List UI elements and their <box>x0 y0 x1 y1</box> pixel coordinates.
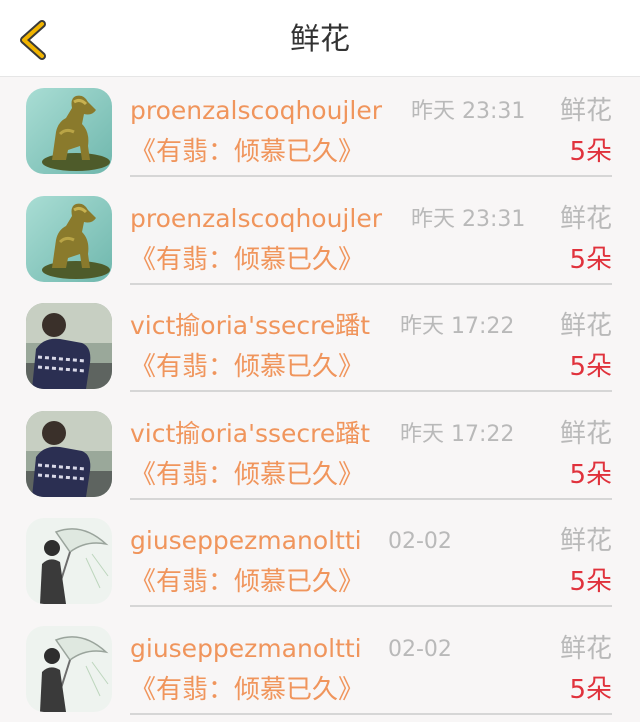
sender-name[interactable]: giuseppezmanoltti <box>130 633 362 665</box>
list-item[interactable]: proenzalscoqhoujler 昨天 23:31 鲜花 《有翡：倾慕已久… <box>0 185 640 293</box>
dog-statue-avatar-image <box>26 196 112 282</box>
book-title[interactable]: 《有翡：倾慕已久》 <box>130 458 364 492</box>
list-item[interactable]: giuseppezmanoltti 02-02 鲜花 《有翡：倾慕已久》 5朵 <box>0 615 640 722</box>
avatar[interactable] <box>26 411 112 497</box>
top-bar: 鲜花 <box>0 0 640 77</box>
divider <box>130 175 612 177</box>
list-item[interactable]: vict揄oria'ssecre蹯t 昨天 17:22 鲜花 《有翡：倾慕已久》… <box>0 292 640 400</box>
book-title[interactable]: 《有翡：倾慕已久》 <box>130 135 364 169</box>
gift-type: 鲜花 <box>560 95 612 127</box>
gift-count: 5朵 <box>569 135 612 169</box>
sender-name[interactable]: proenzalscoqhoujler <box>130 203 382 235</box>
list-item[interactable]: proenzalscoqhoujler 昨天 23:31 鲜花 《有翡：倾慕已久… <box>0 77 640 185</box>
person-avatar-image <box>26 411 112 497</box>
gift-type: 鲜花 <box>560 203 612 235</box>
book-title[interactable]: 《有翡：倾慕已久》 <box>130 350 364 384</box>
gift-record-list: proenzalscoqhoujler 昨天 23:31 鲜花 《有翡：倾慕已久… <box>0 77 640 722</box>
avatar[interactable] <box>26 518 112 604</box>
avatar[interactable] <box>26 626 112 712</box>
gift-count: 5朵 <box>569 243 612 277</box>
gift-count: 5朵 <box>569 458 612 492</box>
divider <box>130 283 612 285</box>
timestamp: 昨天 17:22 <box>400 420 514 450</box>
book-title[interactable]: 《有翡：倾慕已久》 <box>130 565 364 599</box>
list-item[interactable]: vict揄oria'ssecre蹯t 昨天 17:22 鲜花 《有翡：倾慕已久》… <box>0 400 640 508</box>
sender-name[interactable]: vict揄oria'ssecre蹯t <box>130 310 370 342</box>
sender-name[interactable]: giuseppezmanoltti <box>130 525 362 557</box>
timestamp: 02-02 <box>388 527 452 557</box>
divider <box>130 390 612 392</box>
gift-count: 5朵 <box>569 565 612 599</box>
timestamp: 昨天 23:31 <box>411 205 525 235</box>
umbrella-figure-avatar-image <box>26 518 112 604</box>
divider <box>130 605 612 607</box>
gift-count: 5朵 <box>569 673 612 707</box>
book-title[interactable]: 《有翡：倾慕已久》 <box>130 243 364 277</box>
gift-type: 鲜花 <box>560 633 612 665</box>
person-avatar-image <box>26 303 112 389</box>
avatar[interactable] <box>26 303 112 389</box>
umbrella-figure-avatar-image <box>26 626 112 712</box>
gift-count: 5朵 <box>569 350 612 384</box>
sender-name[interactable]: proenzalscoqhoujler <box>130 95 382 127</box>
timestamp: 02-02 <box>388 635 452 665</box>
dog-statue-avatar-image <box>26 88 112 174</box>
divider <box>130 713 612 715</box>
timestamp: 昨天 23:31 <box>411 97 525 127</box>
avatar[interactable] <box>26 196 112 282</box>
divider <box>130 498 612 500</box>
timestamp: 昨天 17:22 <box>400 312 514 342</box>
book-title[interactable]: 《有翡：倾慕已久》 <box>130 673 364 707</box>
sender-name[interactable]: vict揄oria'ssecre蹯t <box>130 418 370 450</box>
avatar[interactable] <box>26 88 112 174</box>
gift-type: 鲜花 <box>560 310 612 342</box>
page-title: 鲜花 <box>0 20 640 60</box>
gift-type: 鲜花 <box>560 525 612 557</box>
gift-type: 鲜花 <box>560 418 612 450</box>
list-item[interactable]: giuseppezmanoltti 02-02 鲜花 《有翡：倾慕已久》 5朵 <box>0 507 640 615</box>
